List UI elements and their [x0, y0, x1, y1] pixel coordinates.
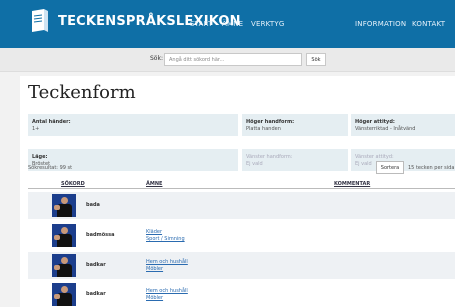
filter-label: Vänster attityd: — [355, 154, 394, 160]
nav-kontakt[interactable]: KONTAKT — [412, 20, 445, 28]
top-navigation-bar: TECKENSPRÅKSLEXIKON START ÄMNE VERKTYG I… — [0, 0, 455, 48]
signer-hand — [54, 235, 60, 240]
results-table-header: SÖKORD ÄMNE KOMMENTAR — [28, 179, 455, 189]
column-kommentar[interactable]: KOMMENTAR — [334, 181, 370, 187]
row-topic-link[interactable]: Möbler — [146, 295, 163, 302]
table-row[interactable]: badkar Hem och hushåll Möbler — [28, 281, 455, 307]
filter-value: Platta handen — [246, 126, 281, 132]
per-page-select[interactable]: 15 tecken per sida ▾ — [408, 161, 455, 174]
row-word[interactable]: bada — [86, 202, 100, 208]
filter-vanster-handform[interactable]: Vänster handform: Ej vald — [242, 149, 348, 171]
filter-hoger-handform[interactable]: Höger handform: Platta handen — [242, 114, 348, 136]
signer-hand — [54, 205, 60, 210]
sign-video-thumbnail[interactable] — [52, 224, 76, 247]
signer-head — [61, 286, 68, 293]
main-content: Teckenform Antal händer: 1+ Höger handfo… — [20, 76, 455, 307]
row-topic-link[interactable]: Kläder — [146, 229, 162, 236]
nav-amne[interactable]: ÄMNE — [222, 20, 243, 28]
signer-head — [61, 257, 68, 264]
table-row[interactable]: badmössa Kläder Sport / Simning — [28, 222, 455, 249]
sign-video-thumbnail[interactable] — [52, 194, 76, 217]
nav-verktyg[interactable]: VERKTYG — [251, 20, 285, 28]
row-topic-link[interactable]: Sport / Simning — [146, 236, 185, 243]
filter-label: Höger handform: — [246, 119, 295, 125]
sign-video-thumbnail[interactable] — [52, 283, 76, 306]
filter-hoger-attityd[interactable]: Höger attityd: Vänsterriktad - Inåtvänd — [351, 114, 455, 136]
search-label: Sök: — [150, 55, 163, 62]
filter-label: Vänster handform: — [246, 154, 293, 160]
filter-value: Ej vald — [246, 161, 263, 167]
table-row[interactable]: badkar Hem och hushåll Möbler — [28, 252, 455, 279]
row-topic-link[interactable]: Hem och hushåll — [146, 288, 188, 295]
filter-label: Läge: — [32, 154, 48, 160]
search-input[interactable]: Angå ditt sökord här... — [164, 53, 302, 66]
site-title: TECKENSPRÅKSLEXIKON — [58, 13, 241, 29]
dictionary-book-icon — [30, 8, 50, 34]
row-word[interactable]: badkar — [86, 291, 106, 297]
signer-hand — [54, 294, 60, 299]
table-row[interactable]: bada — [28, 192, 455, 219]
row-topic-link[interactable]: Möbler — [146, 266, 163, 273]
column-amne[interactable]: ÄMNE — [146, 181, 162, 187]
filter-antal-hander[interactable]: Antal händer: 1+ — [28, 114, 238, 136]
filter-label: Höger attityd: — [355, 119, 395, 125]
search-bar: Sök: Angå ditt sökord här... Sök — [0, 48, 455, 72]
signer-hand — [54, 265, 60, 270]
sort-button[interactable]: Sortera — [376, 161, 404, 174]
filter-value: 1+ — [32, 126, 40, 132]
row-word[interactable]: badkar — [86, 262, 106, 268]
result-count: Sökresultat: 99 st — [28, 165, 73, 171]
page-title: Teckenform — [28, 82, 136, 103]
signer-head — [61, 197, 68, 204]
column-sokord[interactable]: SÖKORD — [61, 181, 85, 187]
sign-video-thumbnail[interactable] — [52, 254, 76, 277]
search-button[interactable]: Sök — [306, 53, 326, 66]
signer-head — [61, 227, 68, 234]
nav-information[interactable]: INFORMATION — [355, 20, 406, 28]
nav-start[interactable]: START — [190, 20, 213, 28]
row-word[interactable]: badmössa — [86, 232, 115, 238]
row-topic-link[interactable]: Hem och hushåll — [146, 259, 188, 266]
per-page-value: 15 tecken per sida — [408, 164, 455, 171]
filter-label: Antal händer: — [32, 119, 71, 125]
filter-value: Vänsterriktad - Inåtvänd — [355, 126, 416, 132]
